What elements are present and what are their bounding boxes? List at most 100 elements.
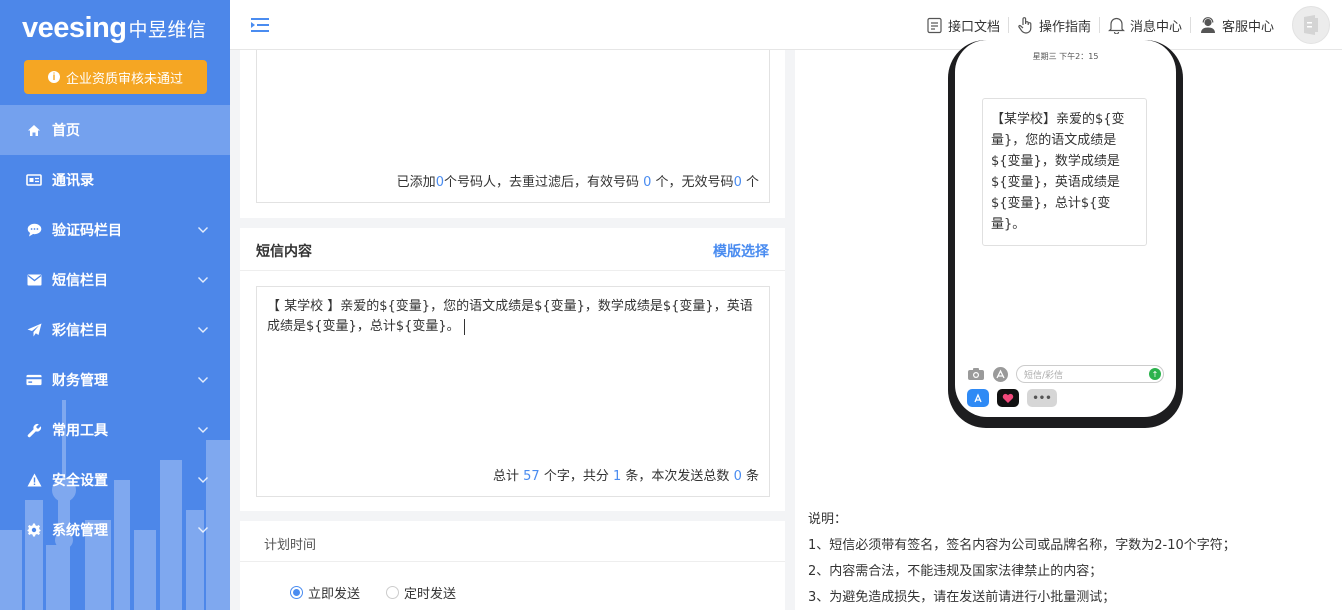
sms-content-title: 短信内容 xyxy=(256,244,312,260)
sidebar-item-1[interactable]: 通讯录 xyxy=(0,155,230,205)
logo-text-cn: 中昱维信 xyxy=(128,18,207,41)
instruction-item: 1、短信必须带有签名，签名内容为公司或品牌名称，字数为2-10个字符； xyxy=(808,538,1236,553)
card-icon xyxy=(26,372,42,388)
api-doc-label: 接口文档 xyxy=(947,19,1000,35)
home-icon xyxy=(26,122,42,138)
phone-mockup: 星期三 下午2：15 【某学校】亲爱的${变量}，您的语文成绩是${变量}，数学… xyxy=(948,40,1183,428)
customer-service-link[interactable]: 客服中心 xyxy=(1191,16,1282,35)
chevron-down-icon xyxy=(196,423,210,437)
sidebar-item-2[interactable]: 验证码栏目 xyxy=(0,205,230,255)
number-stats-text: 已添加 xyxy=(396,175,436,190)
message-center-link[interactable]: 消息中心 xyxy=(1100,16,1190,35)
sidebar-item-label: 系统管理 xyxy=(52,523,108,539)
schedule-title: 计划时间 xyxy=(264,538,317,553)
template-select-link[interactable]: 模版选择 xyxy=(713,241,769,261)
sidebar-item-7[interactable]: 安全设置 xyxy=(0,455,230,505)
chevron-down-icon xyxy=(196,323,210,337)
chevron-down-icon xyxy=(196,273,210,287)
headset-user-icon xyxy=(1200,17,1215,33)
valid-count: 0 xyxy=(643,175,652,190)
radio-unselected-icon xyxy=(386,586,400,599)
brand-logo[interactable]: veesing 中昱维信 xyxy=(22,10,207,46)
gear-icon xyxy=(26,522,42,538)
sms-preview-panel: 星期三 下午2：15 【某学校】亲爱的${变量}，您的语文成绩是${变量}，数学… xyxy=(795,40,1342,610)
phone-time: 星期三 下午2：15 xyxy=(1032,52,1099,61)
mail-icon xyxy=(26,272,42,288)
api-doc-link[interactable]: 接口文档 xyxy=(918,16,1008,35)
sidebar-item-label: 常用工具 xyxy=(52,423,108,439)
chevron-down-icon xyxy=(196,473,210,487)
sidebar-item-label: 首页 xyxy=(52,123,80,139)
sms-count-text: 条，本次发送总数 xyxy=(625,469,730,484)
divider xyxy=(240,561,785,562)
sidebar-item-label: 安全设置 xyxy=(52,473,108,489)
schedule-panel: 计划时间 立即发送 定时发送 xyxy=(240,521,785,610)
app-store-tray-icon xyxy=(967,389,989,407)
sidebar-item-label: 彩信栏目 xyxy=(52,323,108,339)
sidebar-item-0[interactable]: 首页 xyxy=(0,105,230,155)
text-caret xyxy=(463,318,465,335)
user-avatar[interactable] xyxy=(1292,6,1330,44)
added-count: 0 xyxy=(435,175,444,190)
message-center-label: 消息中心 xyxy=(1129,19,1182,35)
send-icon xyxy=(26,322,42,338)
qualification-warning-label: 企业资质审核未通过 xyxy=(65,70,183,86)
phone-input-placeholder: 短信/彩信 xyxy=(1024,370,1064,381)
instructions-title: 说明： xyxy=(808,512,848,527)
send-now-radio[interactable]: 立即发送 xyxy=(290,583,360,602)
scheduled-send-radio[interactable]: 定时发送 xyxy=(386,583,456,602)
chevron-down-icon xyxy=(196,223,210,237)
bell-icon xyxy=(1108,17,1125,34)
sms-content-textarea[interactable]: 【 某学校 】亲爱的${变量}，您的语文成绩是${变量}，数学成绩是${变量}，… xyxy=(256,286,770,497)
send-arrow-icon: ↑ xyxy=(1149,368,1161,380)
sidebar-item-8[interactable]: 系统管理 xyxy=(0,505,230,555)
phone-number-panel: 已添加0个号码人，去重过滤后，有效号码 0 个，无效号码0 个 xyxy=(240,50,785,218)
phone-app-tray: ••• xyxy=(967,389,1057,407)
number-stats-text: 个 xyxy=(745,175,759,190)
sidebar-item-label: 验证码栏目 xyxy=(52,223,122,239)
document-icon xyxy=(927,17,942,33)
phone-message-input: 短信/彩信 ↑ xyxy=(1016,365,1164,383)
sidebar-item-4[interactable]: 彩信栏目 xyxy=(0,305,230,355)
heart-app-icon xyxy=(997,389,1019,407)
number-stats: 已添加0个号码人，去重过滤后，有效号码 0 个，无效号码0 个 xyxy=(397,171,759,190)
chat-icon xyxy=(26,222,42,238)
chevron-down-icon xyxy=(196,523,210,537)
sidebar-item-3[interactable]: 短信栏目 xyxy=(0,255,230,305)
send-now-label: 立即发送 xyxy=(308,587,361,602)
avatar-placeholder-icon xyxy=(1304,15,1318,35)
guide-link[interactable]: 操作指南 xyxy=(1009,16,1099,35)
hand-pointer-icon xyxy=(1018,17,1032,34)
customer-service-label: 客服中心 xyxy=(1221,19,1274,35)
sidebar-menu: 首页通讯录验证码栏目短信栏目彩信栏目财务管理常用工具安全设置系统管理 xyxy=(0,105,230,555)
guide-label: 操作指南 xyxy=(1038,19,1091,35)
sidebar-item-label: 通讯录 xyxy=(52,173,94,189)
phone-number-textarea[interactable]: 已添加0个号码人，去重过滤后，有效号码 0 个，无效号码0 个 xyxy=(256,50,770,203)
sms-count-text: 总计 xyxy=(492,469,519,484)
menu-toggle-icon[interactable] xyxy=(250,16,270,34)
address-book-icon xyxy=(26,172,42,188)
sidebar-item-6[interactable]: 常用工具 xyxy=(0,405,230,455)
scheduled-send-label: 定时发送 xyxy=(404,587,457,602)
instruction-item: 2、内容需合法，不能违规及国家法律禁止的内容； xyxy=(808,564,1103,579)
sms-content-header: 短信内容 模版选择 xyxy=(240,228,785,271)
parts-count: 1 xyxy=(612,469,622,484)
sidebar-item-label: 短信栏目 xyxy=(52,273,108,289)
char-count: 57 xyxy=(523,469,540,484)
instruction-item: 3、为避免造成损失，请在发送前请进行小批量测试； xyxy=(808,590,1116,605)
phone-input-bar: 短信/彩信 ↑ xyxy=(967,364,1164,384)
camera-icon xyxy=(968,368,984,380)
phone-screen: 星期三 下午2：15 【某学校】亲爱的${变量}，您的语文成绩是${变量}，数学… xyxy=(955,40,1176,417)
number-stats-text: 个号码人，去重过滤后，有效号码 xyxy=(443,175,639,190)
sidebar-item-5[interactable]: 财务管理 xyxy=(0,355,230,405)
warning-icon xyxy=(26,472,42,488)
more-apps-icon: ••• xyxy=(1027,389,1057,407)
number-stats-text: 个，无效号码 xyxy=(655,175,734,190)
sms-content-text: 【 某学校 】亲爱的${变量}，您的语文成绩是${变量}，数学成绩是${变量}，… xyxy=(267,297,762,337)
qualification-warning-button[interactable]: i 企业资质审核未通过 xyxy=(24,60,207,94)
send-total-count: 0 xyxy=(733,469,742,484)
wrench-icon xyxy=(26,422,42,438)
sidebar: veesing 中昱维信 i 企业资质审核未通过 首页通讯录验证码栏目短信栏目彩… xyxy=(0,0,230,610)
schedule-options: 立即发送 定时发送 xyxy=(290,583,456,602)
sms-content-panel: 短信内容 模版选择 【 某学校 】亲爱的${变量}，您的语文成绩是${变量}，数… xyxy=(240,228,785,511)
